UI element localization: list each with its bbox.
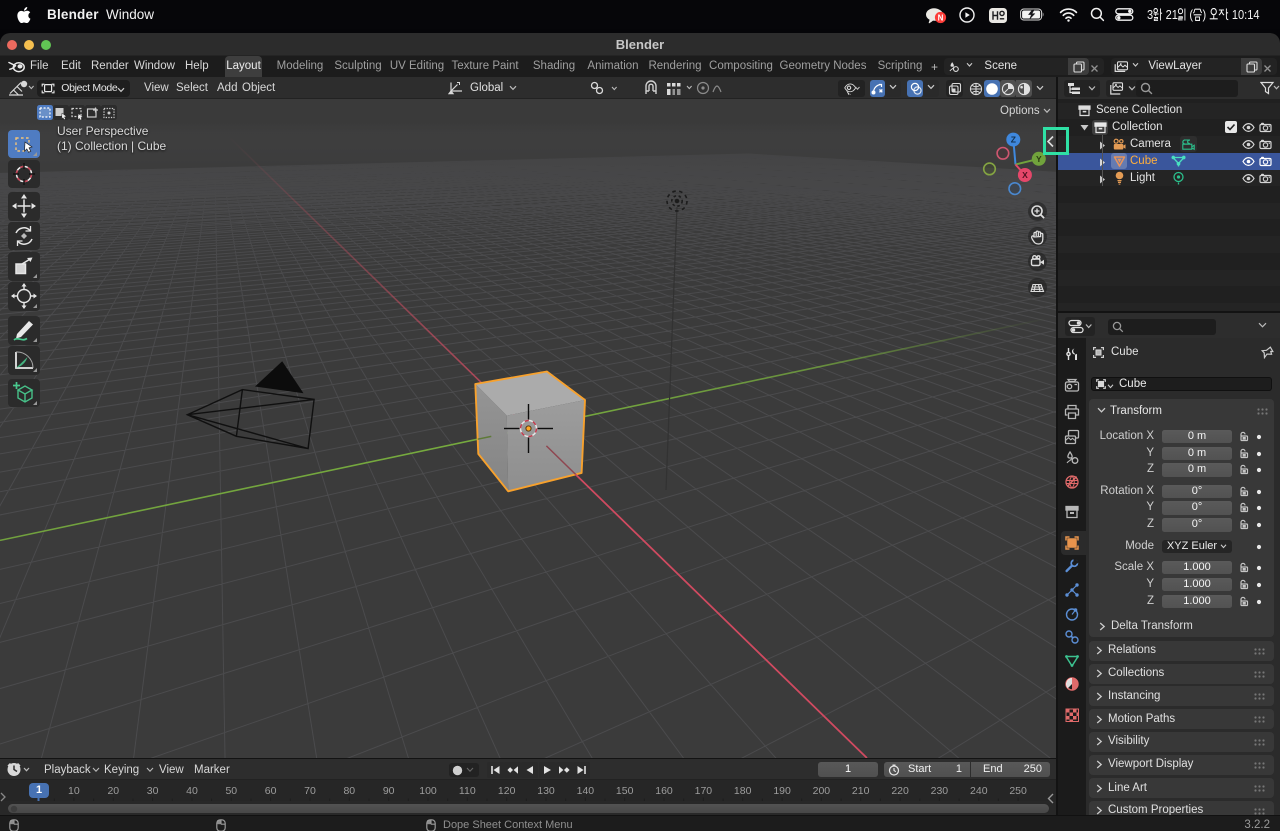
svg-text:60: 60 — [265, 785, 277, 797]
svg-text:40: 40 — [186, 785, 198, 797]
svg-text:70: 70 — [304, 785, 316, 797]
svg-text:160: 160 — [655, 785, 673, 797]
svg-text:180: 180 — [734, 785, 752, 797]
svg-text:230: 230 — [931, 785, 949, 797]
svg-text:200: 200 — [813, 785, 831, 797]
svg-text:190: 190 — [773, 785, 791, 797]
svg-text:50: 50 — [225, 785, 237, 797]
svg-text:170: 170 — [695, 785, 713, 797]
svg-text:210: 210 — [852, 785, 870, 797]
svg-text:90: 90 — [383, 785, 395, 797]
svg-text:110: 110 — [459, 785, 476, 797]
svg-text:Z: Z — [1011, 135, 1016, 145]
svg-text:140: 140 — [577, 785, 595, 797]
svg-text:130: 130 — [537, 785, 555, 797]
svg-text:N: N — [938, 13, 944, 22]
svg-text:240: 240 — [970, 785, 988, 797]
svg-text:Y: Y — [1036, 154, 1042, 164]
svg-text:250: 250 — [1009, 785, 1027, 797]
svg-text:80: 80 — [343, 785, 355, 797]
svg-text:120: 120 — [498, 785, 516, 797]
svg-text:100: 100 — [419, 785, 437, 797]
svg-text:30: 30 — [147, 785, 159, 797]
svg-text:X: X — [1022, 170, 1028, 180]
svg-text:220: 220 — [891, 785, 909, 797]
svg-text:150: 150 — [616, 785, 634, 797]
svg-text:20: 20 — [107, 785, 119, 797]
svg-text:10: 10 — [68, 785, 80, 797]
